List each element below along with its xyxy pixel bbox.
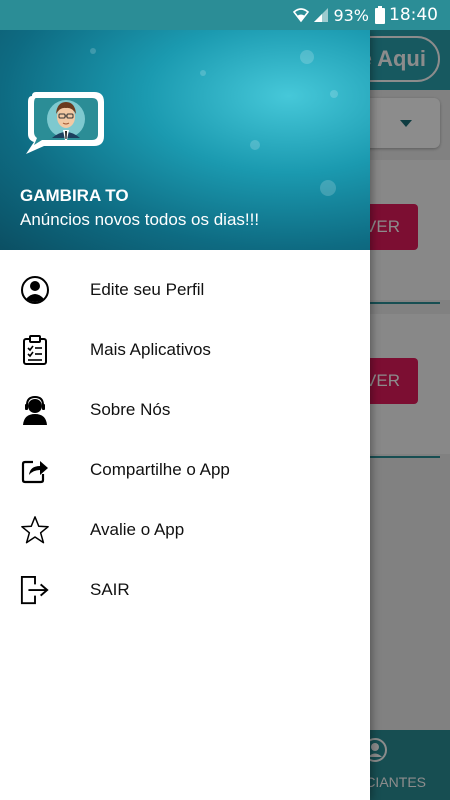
battery-level: 93% [333,5,369,25]
bokeh-light [320,180,336,196]
menu-item-label: Compartilhe o App [90,460,230,479]
bokeh-light [330,90,338,98]
menu-item-label: Edite seu Perfil [90,280,205,299]
battery-icon [375,6,385,24]
clock: 18:40 [389,5,438,25]
status-bar: 93% 18:40 [0,0,450,30]
menu-item-logout[interactable]: SAIR [0,560,370,620]
menu-item-label: Avalie o App [90,520,185,539]
headset-user-icon [20,395,50,425]
signal-icon [313,7,329,23]
drawer-header: GAMBIRA TO Anúncios novos todos os dias!… [0,30,370,250]
avatar [22,90,108,163]
drawer-menu: Edite seu Perfil Mais Aplicativos Sobre … [0,250,370,620]
bokeh-light [90,48,96,54]
wifi-icon [293,7,310,23]
menu-item-edit-profile[interactable]: Edite seu Perfil [0,260,370,320]
bokeh-light [250,140,260,150]
drawer-subtitle: Anúncios novos todos os dias!!! [20,210,260,229]
profile-icon [20,275,50,305]
checklist-icon [20,335,50,365]
bokeh-light [200,70,206,76]
navigation-drawer: GAMBIRA TO Anúncios novos todos os dias!… [0,30,370,800]
share-icon [20,455,50,485]
menu-item-label: Mais Aplicativos [90,340,211,359]
star-icon [20,515,50,545]
drawer-title: GAMBIRA TO [20,186,129,205]
menu-item-rate-app[interactable]: Avalie o App [0,500,370,560]
menu-item-label: Sobre Nós [90,400,171,419]
menu-item-share-app[interactable]: Compartilhe o App [0,440,370,500]
exit-icon [20,575,50,605]
menu-item-more-apps[interactable]: Mais Aplicativos [0,320,370,380]
menu-item-label: SAIR [90,580,130,599]
bokeh-light [300,50,314,64]
menu-item-about-us[interactable]: Sobre Nós [0,380,370,440]
